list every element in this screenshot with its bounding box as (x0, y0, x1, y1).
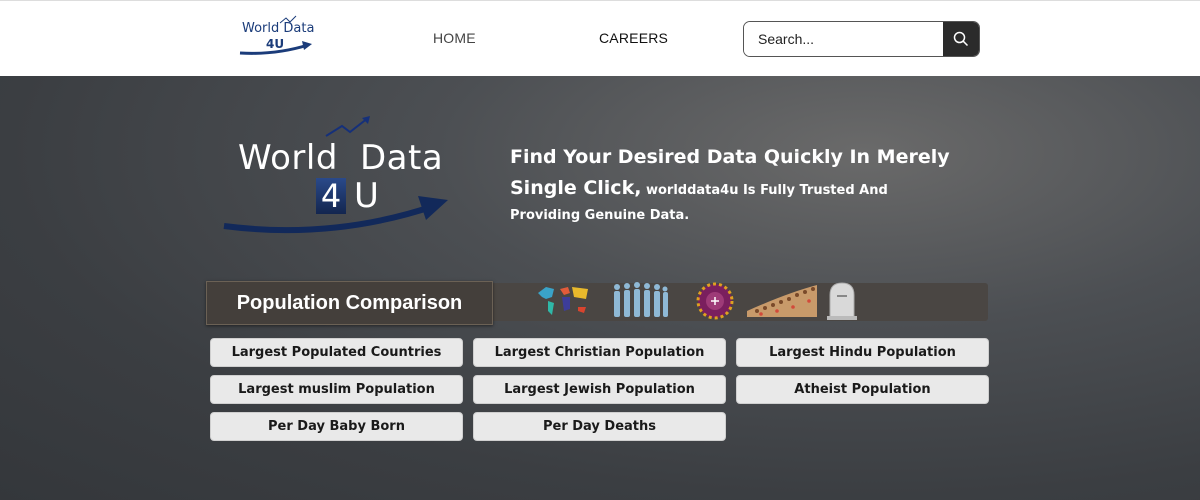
logo-text-line1: World Data (242, 21, 315, 36)
hero-logo-word1: World (238, 138, 338, 178)
tagline-line1: Find Your Desired Data Quickly In Merely (510, 146, 950, 168)
largest-muslim-population-button[interactable]: Largest muslim Population (210, 375, 463, 404)
logo-text-line2: 4U (266, 37, 285, 51)
largest-hindu-population-button[interactable]: Largest Hindu Population (736, 338, 989, 367)
hero-logo: World Data 4 U (222, 116, 452, 236)
per-day-deaths-button[interactable]: Per Day Deaths (473, 412, 726, 441)
search-button[interactable] (943, 22, 979, 56)
site-header: World Data 4U HOME CAREERS (0, 0, 1200, 76)
largest-christian-population-button[interactable]: Largest Christian Population (473, 338, 726, 367)
tagline-line3: Providing Genuine Data. (510, 208, 690, 223)
nav-careers[interactable]: CAREERS (599, 30, 668, 46)
hero-logo-letter: U (354, 176, 379, 216)
hero-logo-word2: Data (360, 138, 444, 178)
hero-tagline: Find Your Desired Data Quickly In Merely… (510, 142, 950, 228)
per-day-baby-born-button[interactable]: Per Day Baby Born (210, 412, 463, 441)
search-icon (953, 31, 969, 47)
atheist-population-button[interactable]: Atheist Population (736, 375, 989, 404)
population-crowd-icon[interactable] (747, 281, 817, 321)
largest-jewish-population-button[interactable]: Largest Jewish Population (473, 375, 726, 404)
tagline-line2-big: Single Click, (510, 177, 642, 199)
hero-logo-digit: 4 (316, 178, 346, 214)
population-comparison-title: Population Comparison (206, 281, 493, 325)
search-input[interactable] (744, 22, 944, 56)
nav-home[interactable]: HOME (433, 30, 476, 46)
tombstone-icon[interactable] (826, 281, 858, 321)
religion-symbols-icon[interactable] (694, 281, 736, 321)
site-logo[interactable]: World Data 4U (236, 15, 316, 59)
crowd-icon[interactable] (609, 281, 669, 321)
largest-populated-countries-button[interactable]: Largest Populated Countries (210, 338, 463, 367)
hero-section: World Data 4 U Find Your Desired Data Qu… (0, 76, 1200, 500)
world-map-icon[interactable] (534, 281, 592, 321)
search-box (743, 21, 980, 57)
tagline-line2-small: worlddata4u Is Fully Trusted And (641, 183, 888, 198)
